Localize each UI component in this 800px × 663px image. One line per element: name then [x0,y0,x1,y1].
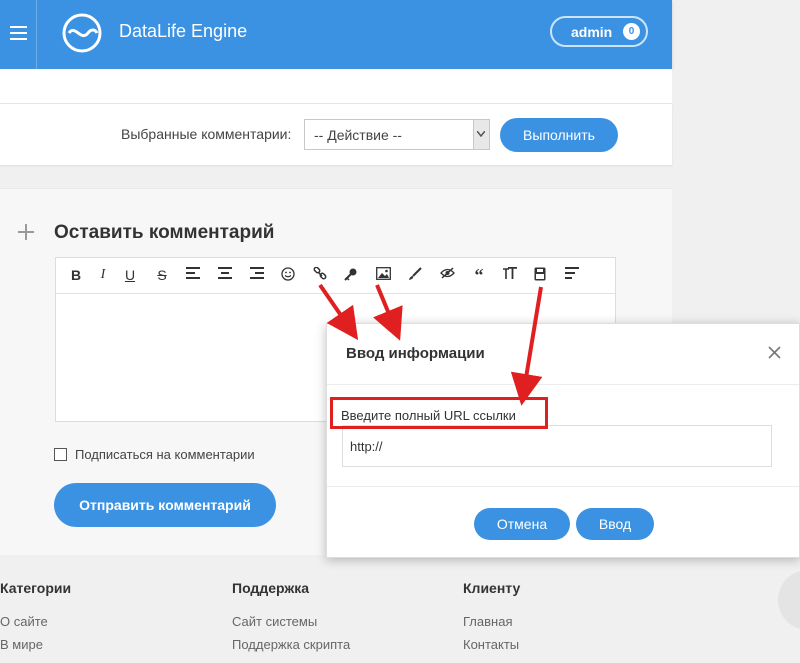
align-center-icon[interactable] [218,267,234,283]
font-size-icon[interactable] [503,267,519,283]
content-strip [0,69,672,103]
close-icon[interactable] [768,346,781,359]
key-icon[interactable] [344,267,360,283]
url-input[interactable]: http:// [342,425,772,467]
italic-icon[interactable]: I [95,267,111,283]
hide-icon[interactable] [440,267,456,283]
action-select[interactable]: -- Действие -- [304,119,490,150]
align-left-icon[interactable] [186,267,202,283]
subscribe-checkbox[interactable]: Подписаться на комментарии [54,447,294,463]
footer-link[interactable]: Сайт системы [232,614,350,637]
footer-link[interactable]: В мире [0,637,71,660]
divider [327,486,799,487]
action-select-value: -- Действие -- [314,127,402,143]
notification-badge: 0 [623,23,640,40]
editor-toolbar: B I U S “ [56,258,615,294]
footer-heading: Категории [0,580,72,596]
footer-heading: Клиенту [463,580,521,596]
more-icon[interactable] [565,267,581,283]
smiley-icon[interactable] [281,267,297,283]
footer-heading: Поддержка [232,580,310,596]
divider [327,384,799,385]
scroll-top-button[interactable] [778,570,800,630]
checkbox[interactable] [54,448,67,461]
chevron-down-icon[interactable] [473,120,489,149]
cancel-button[interactable]: Отмена [474,508,570,540]
annotation-highlight-box [330,397,548,429]
footer-link[interactable]: Поддержка скрипта [232,637,350,660]
user-name: admin [571,24,613,40]
comment-form-title: Оставить комментарий [54,222,275,243]
subscribe-label: Подписаться на комментарии [75,447,255,462]
dle-logo-icon[interactable] [61,12,103,54]
footer-column-client: Клиенту Главная Контакты [463,580,520,660]
align-right-icon[interactable] [250,267,266,283]
url-input-value: http:// [350,439,383,454]
footer-link[interactable]: Главная [463,614,520,637]
input-dialog: Ввод информации Введите полный URL ссылк… [326,323,800,558]
bold-icon[interactable]: B [68,267,84,283]
send-comment-button[interactable]: Отправить комментарий [54,483,276,527]
footer-link[interactable]: О сайте [0,614,71,637]
quote-icon[interactable]: “ [471,266,487,284]
underline-icon[interactable]: U [122,267,138,283]
brush-icon[interactable] [408,267,424,283]
strikethrough-icon[interactable]: S [154,267,170,283]
footer-link[interactable]: Контакты [463,637,520,660]
footer-column-support: Поддержка Сайт системы Поддержка скрипта [232,580,350,660]
brand-title[interactable]: DataLife Engine [119,21,247,42]
mass-action-panel: Выбранные комментарии: -- Действие -- Вы… [0,103,672,165]
hamburger-line [10,32,27,34]
selected-comments-label: Выбранные комментарии: [121,126,292,142]
dialog-title: Ввод информации [346,345,485,362]
menu-toggle-button[interactable] [0,0,37,69]
footer-column-categories: Категории О сайте В мире [0,580,71,660]
plus-icon[interactable] [18,224,34,240]
hamburger-line [10,38,27,40]
link-icon[interactable] [313,267,329,283]
user-menu-button[interactable]: admin 0 [550,16,648,47]
execute-button[interactable]: Выполнить [500,118,618,152]
top-header: DataLife Engine admin 0 [0,0,672,69]
confirm-button[interactable]: Ввод [576,508,654,540]
hamburger-line [10,26,27,28]
video-icon[interactable] [534,267,550,283]
image-icon[interactable] [376,267,392,283]
